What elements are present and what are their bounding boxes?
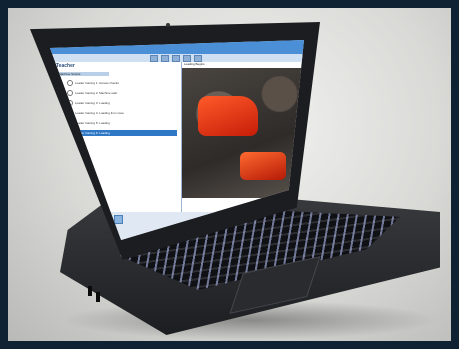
tree-root[interactable]: Machine Scripts bbox=[59, 72, 109, 76]
tree-item[interactable]: Loader training 4: Loading from cave bbox=[67, 110, 124, 116]
tree-item-selected[interactable]: Loader training 6: Loading bbox=[67, 130, 177, 136]
tree-item[interactable]: Loader training 3: Loading bbox=[67, 100, 110, 106]
settings-button[interactable] bbox=[114, 215, 123, 224]
usb-port bbox=[96, 292, 100, 302]
tree-item-label: Loader training 3: Loading bbox=[75, 101, 110, 105]
usb-port bbox=[88, 286, 92, 296]
toolbar-button[interactable] bbox=[172, 54, 180, 62]
viewer-label: Loading Begins bbox=[184, 62, 205, 66]
toolbar-button[interactable] bbox=[161, 54, 169, 62]
toolbar-button[interactable] bbox=[194, 54, 202, 62]
panel-title: Teacher bbox=[56, 63, 75, 69]
loader-machine-closeup bbox=[240, 152, 286, 180]
tree-item[interactable]: Loader training 1: Access checks bbox=[67, 80, 119, 86]
loader-machine bbox=[198, 96, 258, 136]
radio-bullet-icon bbox=[67, 90, 73, 96]
tree-item-label: Loader training 5: Loading bbox=[75, 121, 110, 125]
tree-item-label: Loader training 2: Machine start bbox=[75, 91, 118, 95]
tree-item-label: Loader training 1: Access checks bbox=[75, 81, 119, 85]
webcam-icon bbox=[166, 23, 170, 27]
radio-bullet-icon bbox=[67, 80, 73, 86]
simulation-viewer: Loading Begins bbox=[182, 62, 304, 212]
mine-scene[interactable] bbox=[182, 68, 304, 198]
toolbar-button[interactable] bbox=[150, 54, 158, 62]
tree-root-label: Machine Scripts bbox=[59, 72, 81, 76]
toolbar-button[interactable] bbox=[183, 54, 191, 62]
tree-item[interactable]: Loader training 2: Machine start bbox=[67, 90, 117, 96]
toolbar bbox=[50, 54, 304, 62]
tree-item-label: Loader training 4: Loading from cave bbox=[75, 111, 124, 115]
